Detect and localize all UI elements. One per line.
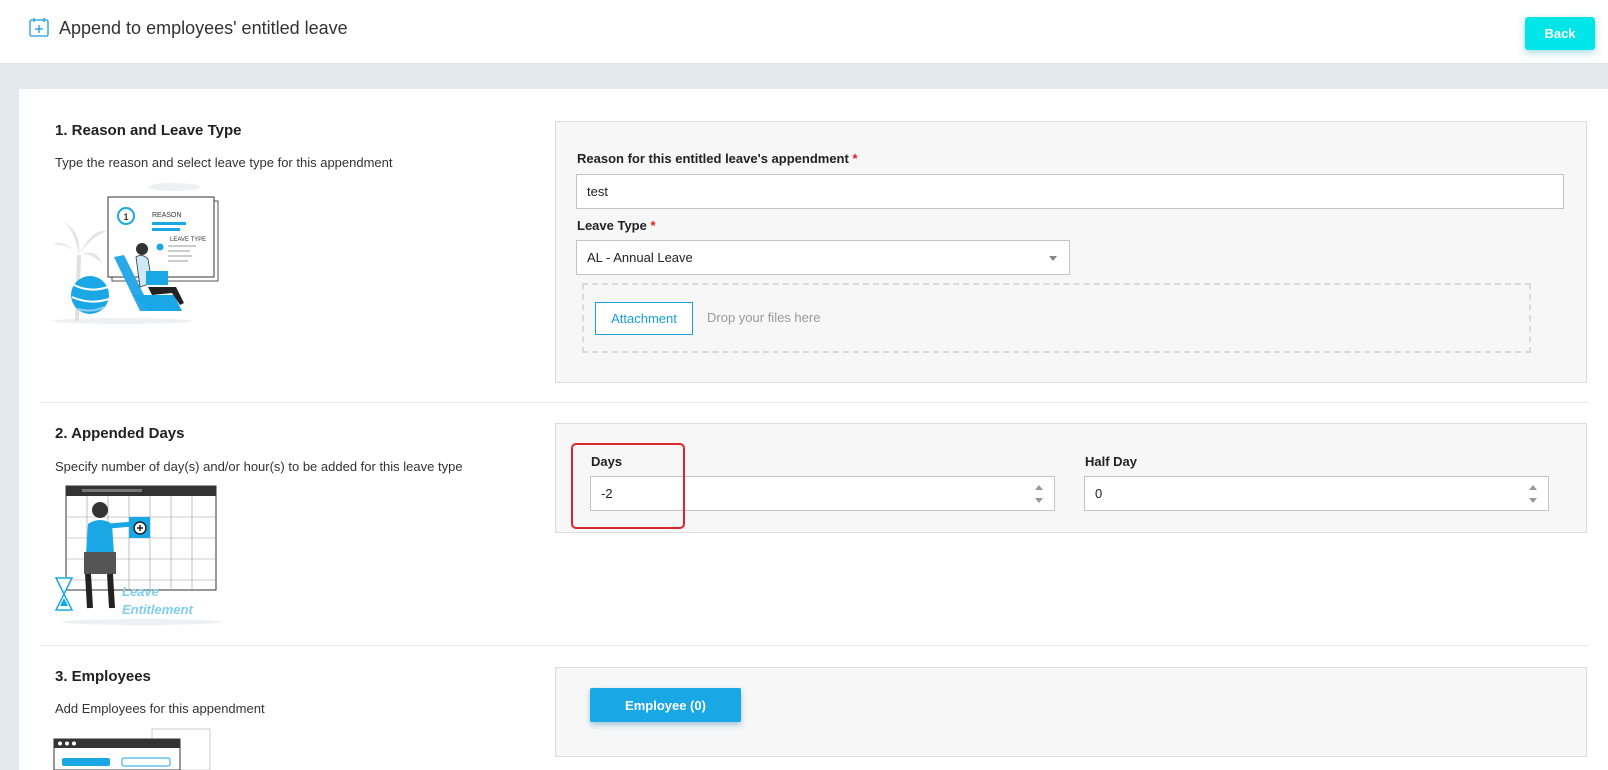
- chevron-down-icon: [1049, 256, 1057, 261]
- drop-files-hint: Drop your files here: [707, 310, 821, 325]
- illustration-entitlement-text: Entitlement: [122, 602, 193, 617]
- days-stepper-icon[interactable]: [1034, 483, 1044, 505]
- section-divider: [40, 402, 1588, 403]
- calendar-plus-icon: [29, 18, 49, 37]
- leave-type-label: Leave Type *: [577, 218, 656, 233]
- required-mark: *: [852, 151, 858, 166]
- half-day-value: 0: [1095, 486, 1103, 501]
- top-bar: Append to employees' entitled leave Back: [0, 0, 1608, 64]
- illustration-reason-text: REASON: [152, 212, 182, 219]
- reason-label: Reason for this entitled leave's appendm…: [577, 151, 858, 166]
- section-appended-days-title: 2. Appended Days: [55, 425, 185, 442]
- reason-input[interactable]: test: [576, 174, 1564, 209]
- reason-leave-type-illustration: 1 REASON LEAVE TYPE: [52, 183, 219, 324]
- section-employees-title: 3. Employees: [55, 668, 151, 685]
- required-mark: *: [650, 218, 656, 233]
- half-day-input[interactable]: 0: [1084, 476, 1549, 511]
- section-reason-description: Type the reason and select leave type fo…: [55, 155, 393, 170]
- illustration-leave-type-text: LEAVE TYPE: [170, 237, 206, 243]
- back-button[interactable]: Back: [1525, 17, 1595, 50]
- section-reason-title: 1. Reason and Leave Type: [55, 122, 242, 139]
- leave-type-value: AL - Annual Leave: [587, 250, 693, 265]
- half-day-label: Half Day: [1085, 454, 1138, 469]
- half-day-stepper-icon[interactable]: [1528, 483, 1538, 505]
- leave-entitlement-illustration: Leave Entitlement: [54, 485, 222, 625]
- section-divider: [40, 645, 1588, 646]
- leave-type-select[interactable]: AL - Annual Leave: [576, 240, 1070, 275]
- employee-button[interactable]: Employee (0): [590, 688, 741, 722]
- attachment-dropzone[interactable]: Attachment Drop your files here: [582, 283, 1531, 353]
- illustration-step-badge: 1: [123, 212, 128, 222]
- employees-illustration: [53, 728, 211, 770]
- attachment-button[interactable]: Attachment: [595, 302, 693, 335]
- section-employees-description: Add Employees for this appendment: [55, 701, 265, 716]
- days-highlight-box: [571, 443, 685, 529]
- page-title: Append to employees' entitled leave: [59, 18, 348, 38]
- illustration-leave-text: Leave: [122, 584, 159, 599]
- section-appended-days-description: Specify number of day(s) and/or hour(s) …: [55, 459, 463, 474]
